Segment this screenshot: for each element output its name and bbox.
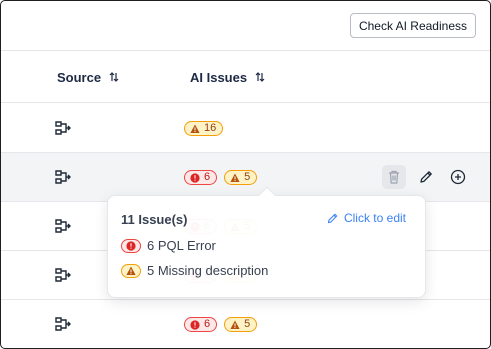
error-icon bbox=[190, 319, 200, 330]
add-button[interactable] bbox=[446, 165, 470, 189]
trash-icon bbox=[389, 170, 399, 184]
warning-count: 5 bbox=[244, 171, 251, 183]
error-count: 6 bbox=[204, 171, 211, 183]
error-icon-badge bbox=[121, 238, 141, 253]
warning-icon-badge bbox=[121, 263, 141, 278]
warning-badge[interactable]: 5 bbox=[224, 317, 258, 332]
edit-icon bbox=[420, 171, 432, 183]
edit-icon bbox=[327, 213, 338, 223]
source-header-label: Source bbox=[57, 69, 102, 85]
table-row[interactable]: 16 bbox=[1, 104, 490, 153]
click-to-edit-label: Click to edit bbox=[343, 211, 406, 225]
flow-icon bbox=[55, 219, 71, 233]
warning-icon bbox=[126, 266, 136, 275]
error-badge[interactable]: 6 bbox=[184, 317, 218, 332]
table-row[interactable]: 6 5 bbox=[1, 300, 490, 348]
warning-count: 5 bbox=[244, 318, 251, 330]
error-count: 6 bbox=[204, 318, 211, 330]
toolbar: Check AI Readiness bbox=[1, 1, 490, 51]
table-panel: Check AI Readiness Source AI Issues 16 6… bbox=[0, 0, 491, 349]
ai-issues-header-label: AI Issues bbox=[190, 69, 248, 85]
warning-icon bbox=[230, 320, 240, 329]
column-header-ai-issues[interactable]: AI Issues bbox=[190, 51, 265, 103]
add-circle-icon bbox=[450, 169, 466, 185]
error-icon bbox=[126, 240, 136, 251]
error-icon bbox=[190, 172, 200, 183]
popover-error-text: 6 PQL Error bbox=[147, 238, 216, 253]
sort-icon[interactable] bbox=[109, 72, 119, 82]
flow-icon bbox=[55, 170, 71, 184]
popover-warning-line: 5 Missing description bbox=[121, 263, 268, 278]
warning-badge[interactable]: 5 bbox=[224, 170, 258, 185]
popover-error-line: 6 PQL Error bbox=[121, 238, 216, 253]
delete-button[interactable] bbox=[382, 165, 406, 189]
issues-popover: 11 Issue(s) Click to edit 6 PQL Error 5 … bbox=[107, 186, 426, 298]
edit-button[interactable] bbox=[414, 165, 438, 189]
check-ai-readiness-button[interactable]: Check AI Readiness bbox=[349, 13, 476, 38]
column-header-source[interactable]: Source bbox=[57, 51, 119, 103]
warning-badge[interactable]: 16 bbox=[184, 121, 224, 136]
popover-warning-text: 5 Missing description bbox=[147, 263, 269, 278]
warning-count: 16 bbox=[204, 122, 217, 134]
flow-icon bbox=[55, 317, 71, 331]
warning-icon bbox=[190, 124, 200, 133]
warning-icon bbox=[230, 173, 240, 182]
row-actions bbox=[382, 165, 470, 189]
popover-title: 11 Issue(s) bbox=[121, 212, 188, 227]
flow-icon bbox=[55, 121, 71, 135]
table-header: Source AI Issues bbox=[1, 51, 490, 103]
flow-icon bbox=[55, 268, 71, 282]
click-to-edit-link[interactable]: Click to edit bbox=[326, 211, 406, 225]
error-badge[interactable]: 6 bbox=[184, 170, 218, 185]
sort-desc-icon[interactable] bbox=[255, 72, 265, 82]
